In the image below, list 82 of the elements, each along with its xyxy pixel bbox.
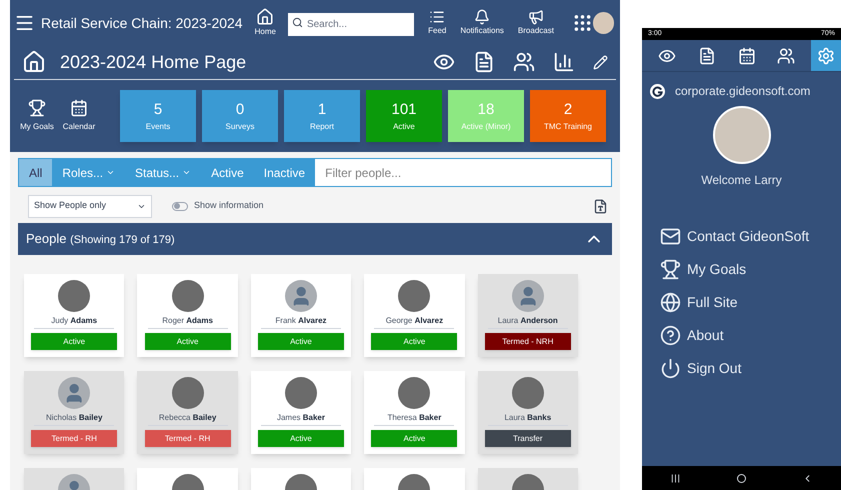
person-name: Laura Anderson [488,315,568,329]
logo-icon [650,84,665,98]
person-card[interactable]: Laura Anderson Termed - NRH [478,274,578,357]
person-card[interactable]: Judy Adams Active [24,274,124,357]
status-badge: Active [371,430,458,447]
person-name: James Baker [260,412,341,426]
megaphone-icon [528,8,544,24]
person-card[interactable]: Rebecca Bailey Termed - RH [137,371,238,454]
status-badge: Active [258,333,344,350]
drawer-menu-item[interactable]: About [660,325,841,346]
domain-text: corporate.gideonsoft.com [675,83,810,100]
home-icon [22,50,46,74]
recent-apps-icon[interactable] [670,472,681,484]
shortcut-button[interactable]: My Goals [18,99,56,133]
bell-icon [474,8,490,24]
user-avatar[interactable] [592,12,614,34]
calendar-icon [738,46,756,64]
calendar-icon [70,99,88,117]
status-badge: Termed - RH [31,430,118,447]
person-name: Roger Adams [148,315,228,329]
person-card[interactable]: Roger Adams Active [137,274,238,357]
pencil-icon [593,54,608,70]
shortcut-button[interactable]: Calendar [60,99,98,133]
nav-button[interactable]: Notifications [460,8,504,36]
home-icon [256,8,274,26]
toggle-label: Show information [194,199,264,212]
document-icon [473,51,495,73]
person-card[interactable]: James Baker Active [250,371,352,454]
toggle-switch[interactable] [172,202,188,210]
person-name: George Alvarez [374,315,454,329]
pdf-icon[interactable] [593,198,608,214]
home-nav-button[interactable]: Home [254,8,276,38]
toolbar-button[interactable] [593,54,608,70]
globe-icon [660,292,681,313]
nav-button[interactable]: Broadcast [518,8,554,36]
person-name: Rebecca Bailey [148,412,228,426]
nav-button[interactable]: Feed [428,8,446,36]
list-icon [429,8,446,24]
toolbar-button[interactable] [553,51,575,73]
status-badge: Active [371,333,458,350]
status-badge: Active [258,430,344,447]
status-badge: Active [31,333,118,350]
people-heading: People (Showing 179 of 179) [26,230,175,248]
person-card[interactable]: George Alvarez Active [364,274,465,357]
status-badge: Active [144,333,231,350]
drawer-menu-item[interactable]: My Goals [660,259,841,280]
stat-tile[interactable]: 101 Active [366,90,442,142]
drawer-menu-item[interactable]: Contact GideonSoft [660,226,841,247]
search-field[interactable]: Search... [288,13,414,36]
settings-icon [817,46,835,64]
bar-chart-icon [553,51,575,73]
toolbar-button[interactable] [513,51,535,73]
people-icon [777,46,796,64]
page-title: 2023-2024 Home Page [60,50,246,74]
status-badge: Termed - RH [144,430,231,447]
status-badge: Transfer [484,430,571,447]
trophy-icon [28,99,46,117]
home-button-icon[interactable] [737,474,746,482]
help-icon [660,325,681,346]
show-select[interactable]: Show People only [28,194,152,218]
drawer-menu-item[interactable]: Sign Out [660,358,841,379]
people-header[interactable]: People (Showing 179 of 179) [18,223,612,255]
person-name: Laura Banks [488,412,568,426]
person-card[interactable]: Laura Banks Transfer [478,371,578,454]
person-card[interactable]: Nicholas Bailey Termed - RH [24,371,124,454]
person-name: Nicholas Bailey [34,412,114,426]
person-name: Theresa Baker [374,412,454,426]
document-icon [698,46,716,64]
toolbar-button[interactable] [473,51,495,73]
person-card[interactable]: Theresa Baker Active [364,371,465,454]
trophy-icon [660,259,681,280]
welcome-text: Welcome Larry [700,172,783,189]
mail-icon [660,226,681,247]
person-name: Judy Adams [34,315,114,329]
app-title: Retail Service Chain: 2023-2024 [41,14,243,32]
person-card[interactable]: Frank Alvarez Active [250,274,352,357]
drawer-menu-item[interactable]: Full Site [660,292,841,313]
people-icon [513,51,535,73]
power-icon [660,358,681,379]
search-icon [292,17,303,28]
person-name: Frank Alvarez [260,315,341,329]
status-badge: Termed - NRH [484,333,571,350]
